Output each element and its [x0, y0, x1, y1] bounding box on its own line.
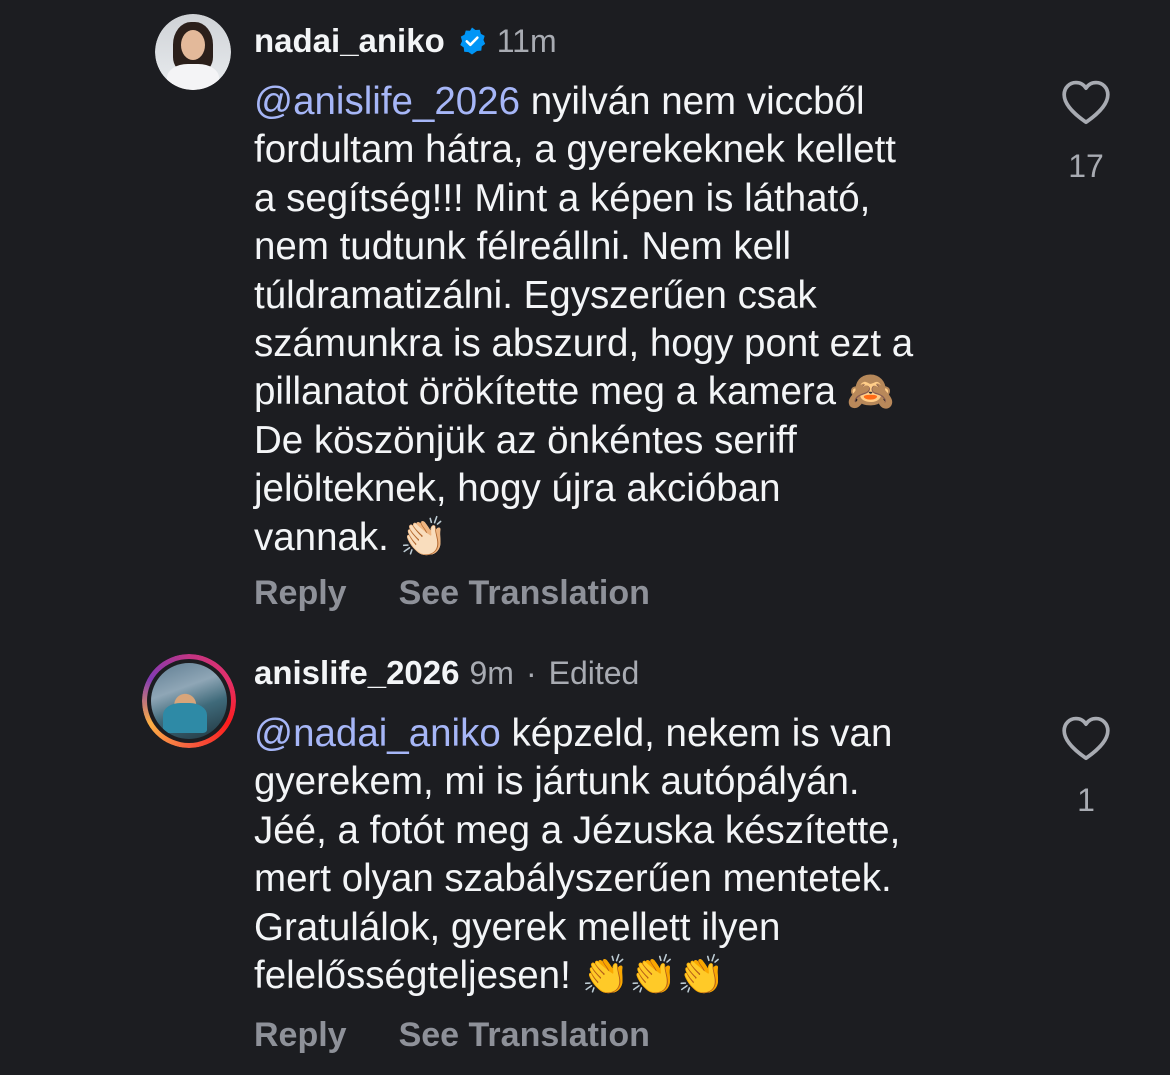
comment-time: 11m: [496, 22, 557, 59]
edited-label: Edited: [548, 654, 640, 691]
see-translation-button[interactable]: See Translation: [399, 574, 650, 613]
comment-header: nadai_aniko 11m: [254, 22, 557, 60]
comment-time: 9m: [469, 654, 514, 691]
like-count: 1: [1077, 782, 1095, 818]
clapping-hands-emoji: 👏🏻: [399, 514, 448, 560]
reply-button[interactable]: Reply: [254, 1016, 347, 1055]
like-count: 17: [1068, 148, 1104, 184]
avatar[interactable]: [155, 14, 231, 90]
comment-actions: Reply See Translation: [254, 574, 650, 613]
mention-link[interactable]: @nadai_aniko: [254, 712, 501, 755]
avatar[interactable]: [142, 654, 236, 748]
see-no-evil-monkey-emoji: 🙈: [846, 369, 895, 415]
comment-text-part: De köszönjük az önkéntes seriff jelöltek…: [254, 418, 797, 559]
avatar-photo: [151, 663, 227, 739]
comment-text: @nadai_aniko képzeld, nekem is van gyere…: [254, 710, 1034, 1000]
like-area: 1: [1058, 714, 1114, 819]
like-area: 17: [1058, 78, 1114, 185]
comment-text-part: nyilván nem viccből fordultam hátra, a g…: [254, 80, 914, 414]
heart-outline-icon[interactable]: [1059, 78, 1113, 126]
see-translation-button[interactable]: See Translation: [399, 1016, 650, 1055]
comment-actions: Reply See Translation: [254, 1016, 650, 1055]
mention-link[interactable]: @anislife_2026: [254, 80, 520, 123]
story-ring: [142, 654, 236, 748]
clapping-hands-emoji: 👏👏👏: [581, 953, 726, 999]
heart-outline-icon[interactable]: [1059, 714, 1113, 762]
comment-header: anislife_2026 9m · Edited: [254, 654, 639, 692]
separator-dot: ·: [525, 654, 537, 691]
reply-button[interactable]: Reply: [254, 574, 347, 613]
comment-text: @anislife_2026 nyilván nem viccből fordu…: [254, 78, 1034, 562]
username[interactable]: anislife_2026: [254, 654, 459, 692]
avatar-photo: [155, 14, 231, 90]
verified-badge-icon: [457, 26, 487, 56]
username[interactable]: nadai_aniko: [254, 22, 445, 60]
